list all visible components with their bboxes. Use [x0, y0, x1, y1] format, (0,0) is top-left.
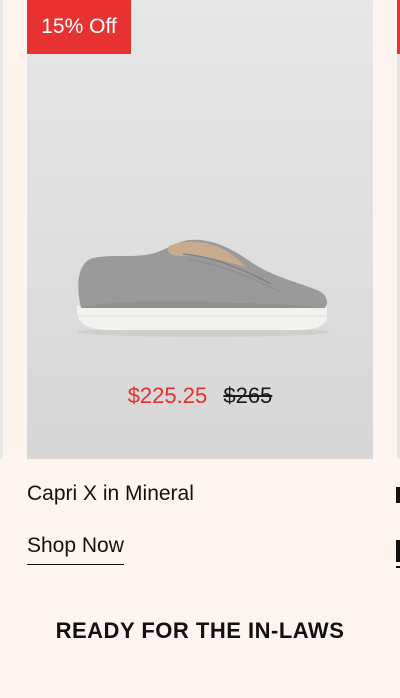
sneaker-image — [77, 239, 329, 337]
product-title[interactable]: Capri X in Mineral — [27, 482, 194, 506]
price-row: $225.25 $265 — [27, 383, 373, 409]
next-card-link-edge[interactable] — [396, 540, 400, 562]
sale-price: $225.25 — [127, 383, 208, 408]
discount-badge: 15% Off — [27, 0, 131, 54]
previous-card-edge[interactable] — [0, 0, 3, 459]
original-price: $265 — [223, 383, 273, 408]
product-image[interactable]: 15% Off $225.25 $265 — [27, 0, 373, 459]
next-card-underline-edge — [396, 566, 400, 568]
next-card-title-edge — [396, 487, 400, 503]
section-heading: READY FOR THE IN-LAWS — [55, 618, 345, 643]
shop-now-link[interactable]: Shop Now — [27, 534, 124, 565]
